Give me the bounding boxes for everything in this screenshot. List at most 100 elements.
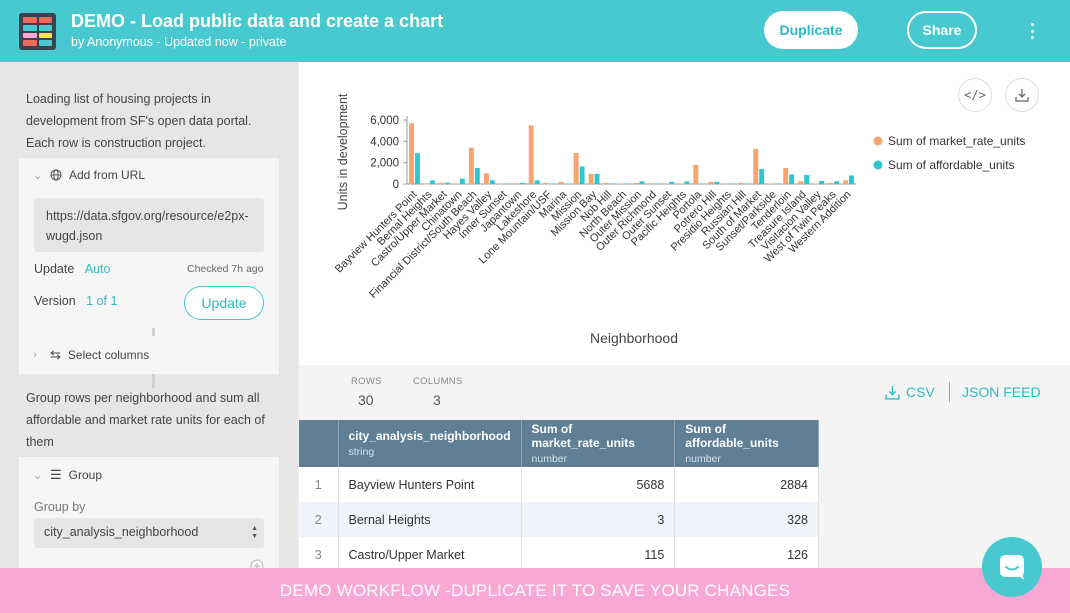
y-tick-label: 6,000 <box>370 115 399 127</box>
bar <box>414 153 420 184</box>
bar <box>684 181 690 184</box>
columns-count: 3 <box>433 392 441 408</box>
bar <box>489 180 495 184</box>
add-from-url-module: ⌄ Add from URL https://data.sfgov.org/re… <box>19 158 279 352</box>
table-cell[interactable]: 126 <box>674 537 819 572</box>
table-row[interactable]: 2 Bernal Heights 3 328 <box>299 502 819 537</box>
bar <box>603 182 609 184</box>
version-link[interactable]: 1 of 1 <box>86 294 117 308</box>
bar <box>828 182 834 184</box>
bar <box>633 182 639 184</box>
bar <box>789 174 795 184</box>
update-mode-link[interactable]: Auto <box>85 262 111 276</box>
table-cell[interactable]: Castro/Upper Market <box>338 537 522 572</box>
bar <box>678 183 684 184</box>
duplicate-button[interactable]: Duplicate <box>764 11 858 49</box>
more-options-icon[interactable] <box>1026 20 1038 42</box>
module-title: Select columns <box>67 348 150 362</box>
module-title: Group <box>68 468 103 482</box>
table-cell[interactable]: 328 <box>674 502 819 537</box>
bar <box>834 181 839 184</box>
table-row[interactable]: 1 Bayview Hunters Point 5688 2884 <box>299 467 819 502</box>
workbench-logo-icon[interactable] <box>19 13 56 50</box>
bar <box>774 183 780 184</box>
column-type: number <box>685 453 721 465</box>
table-cell[interactable]: 5688 <box>521 467 676 502</box>
bar <box>729 183 735 184</box>
update-label-text: Update <box>34 262 75 276</box>
bar <box>624 183 630 184</box>
bar <box>813 183 819 184</box>
rows-label: ROWS <box>351 376 382 387</box>
module-header[interactable]: › ⇆ Select columns <box>33 347 149 363</box>
bar <box>849 175 854 184</box>
row-index: 3 <box>299 537 339 572</box>
module-connector <box>152 374 155 388</box>
step-description[interactable]: Group rows per neighborhood and sum all … <box>26 387 278 453</box>
legend-swatch <box>873 136 883 146</box>
bar <box>474 168 480 184</box>
embed-code-icon[interactable]: </> <box>958 78 992 112</box>
json-feed-link[interactable]: JSON FEED <box>962 384 1041 400</box>
csv-export-link[interactable]: CSV <box>885 384 935 400</box>
table-cell[interactable]: 3 <box>521 502 676 537</box>
group-by-select[interactable]: city_analysis_neighborhood ▲ ▼ <box>34 518 264 548</box>
bar <box>564 183 570 184</box>
share-button[interactable]: Share <box>907 11 977 49</box>
demo-banner: DEMO WORKFLOW -DUPLICATE IT TO SAVE YOUR… <box>0 568 1070 613</box>
column-header[interactable]: Sum of affordable_unitsnumber <box>674 420 819 467</box>
step-description[interactable]: Loading list of housing projects in deve… <box>26 88 278 154</box>
module-header[interactable]: ⌄ Add from URL <box>33 168 145 182</box>
update-button[interactable]: Update <box>184 286 264 320</box>
y-tick-label: 2,000 <box>370 158 399 170</box>
bar <box>744 183 750 184</box>
workflow-title[interactable]: DEMO - Load public data and create a cha… <box>71 11 443 32</box>
workflow-subtitle: by Anonymous - Updated now - private <box>71 35 287 49</box>
bar <box>534 180 540 184</box>
list-icon: ☰ <box>50 467 62 482</box>
legend-label: Sum of market_rate_units <box>888 134 1025 148</box>
y-tick-label: 4,000 <box>370 136 399 148</box>
module-title: Add from URL <box>69 168 146 182</box>
y-axis-title: Units in development <box>336 93 350 210</box>
table-cell[interactable]: Bernal Heights <box>338 502 522 537</box>
bar <box>699 183 705 184</box>
column-header[interactable]: Sum of market_rate_units number <box>521 420 676 467</box>
bar <box>558 181 564 184</box>
chevron-down-icon[interactable]: ⌄ <box>33 469 43 482</box>
chevron-right-icon[interactable]: › <box>33 349 43 361</box>
bar <box>519 182 525 184</box>
table-cell[interactable]: 115 <box>521 537 676 572</box>
table-cell[interactable]: 2884 <box>674 467 819 502</box>
column-header[interactable]: city_analysis_neighborhood string <box>338 420 522 467</box>
select-columns-module: › ⇆ Select columns <box>19 336 279 374</box>
data-table: city_analysis_neighborhood string Sum of … <box>299 420 819 572</box>
download-icon <box>885 385 900 400</box>
module-header[interactable]: ⌄ ☰ Group <box>33 467 102 483</box>
csv-label: CSV <box>906 384 935 400</box>
bar <box>708 181 714 184</box>
download-icon[interactable] <box>1005 78 1039 112</box>
bar <box>648 183 654 184</box>
bar <box>549 183 555 184</box>
version-label: Version 1 of 1 <box>34 294 117 308</box>
row-index: 2 <box>299 502 339 537</box>
bar <box>663 183 669 185</box>
bar <box>588 173 594 184</box>
chat-launcher-icon[interactable] <box>982 537 1042 597</box>
export-divider <box>949 382 950 402</box>
bar <box>618 183 624 184</box>
arrows-swap-icon: ⇆ <box>50 347 61 362</box>
table-row[interactable]: 3 Castro/Upper Market 115 126 <box>299 537 819 572</box>
url-input[interactable]: https://data.sfgov.org/resource/e2px-wug… <box>34 198 264 252</box>
select-arrows-icon: ▲ ▼ <box>251 525 258 540</box>
bar <box>594 173 600 184</box>
module-connector <box>152 328 155 336</box>
table-cell[interactable]: Bayview Hunters Point <box>338 467 522 502</box>
chevron-down-icon[interactable]: ⌄ <box>33 169 43 182</box>
column-name: Sum of affordable_units <box>685 422 779 450</box>
chart-panel: 0 2,000 4,000 6,000 Bayview Hunters Point Ber… <box>299 62 1070 365</box>
column-type: string <box>348 446 375 458</box>
bar <box>543 182 549 184</box>
bar <box>843 180 849 184</box>
